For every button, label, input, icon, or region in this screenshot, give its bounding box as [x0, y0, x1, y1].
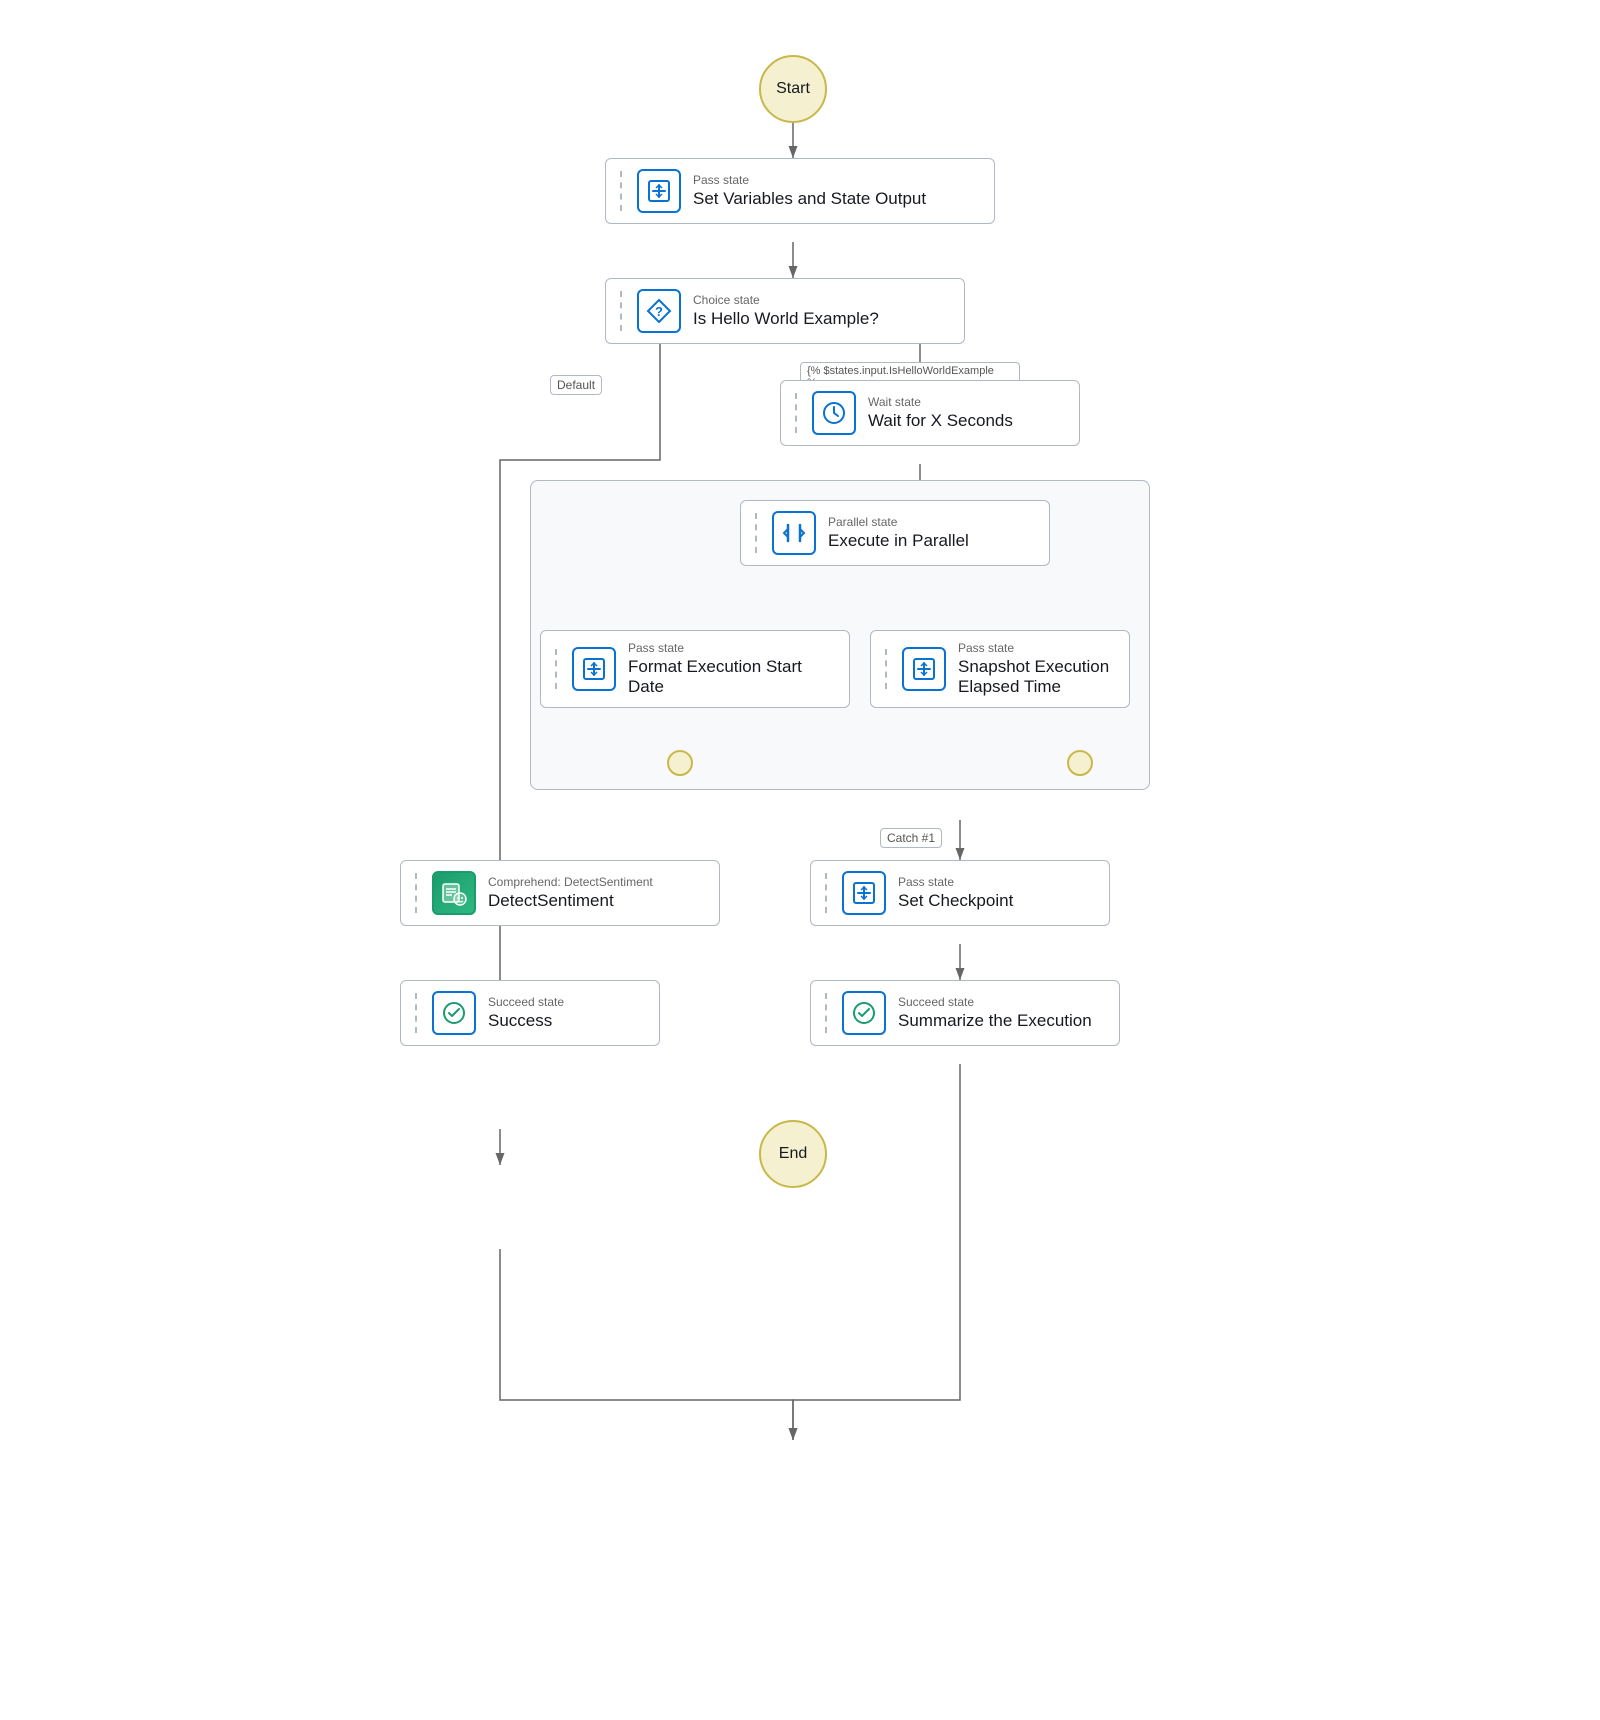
node-divider: [755, 513, 758, 553]
wait-state-text: Wait state Wait for X Seconds: [868, 395, 1013, 431]
summarize-text: Succeed state Summarize the Execution: [898, 995, 1092, 1031]
default-label: Default: [550, 375, 602, 395]
svg-text:?: ?: [655, 304, 663, 319]
node-divider: [415, 873, 418, 913]
node-divider: [825, 993, 828, 1033]
set-checkpoint-node[interactable]: Pass state Set Checkpoint: [810, 860, 1110, 926]
success-node[interactable]: Succeed state Success: [400, 980, 660, 1046]
node-divider: [885, 649, 888, 689]
snapshot-execution-text: Pass state Snapshot Execution Elapsed Ti…: [958, 641, 1115, 697]
format-execution-text: Pass state Format Execution Start Date: [628, 641, 835, 697]
succeed-state-icon: [432, 991, 476, 1035]
snapshot-end-circle: [1067, 750, 1093, 776]
set-checkpoint-icon: [842, 871, 886, 915]
choice-state-text: Choice state Is Hello World Example?: [693, 293, 879, 329]
pass-state-icon-2: [572, 647, 616, 691]
node-divider: [620, 171, 623, 211]
catch-label: Catch #1: [880, 828, 942, 848]
set-variables-node[interactable]: Pass state Set Variables and State Outpu…: [605, 158, 995, 224]
detect-sentiment-node[interactable]: Comprehend: DetectSentiment DetectSentim…: [400, 860, 720, 926]
start-node: Start: [759, 55, 827, 123]
parallel-state-node[interactable]: Parallel state Execute in Parallel: [740, 500, 1050, 566]
summarize-icon: [842, 991, 886, 1035]
format-end-circle: [667, 750, 693, 776]
pass-state-icon: [637, 169, 681, 213]
snapshot-execution-node[interactable]: Pass state Snapshot Execution Elapsed Ti…: [870, 630, 1130, 708]
wait-state-node[interactable]: Wait state Wait for X Seconds: [780, 380, 1080, 446]
wait-state-icon: [812, 391, 856, 435]
summarize-node[interactable]: Succeed state Summarize the Execution: [810, 980, 1120, 1046]
choice-state-icon: ?: [637, 289, 681, 333]
pass-state-icon-3: [902, 647, 946, 691]
format-execution-node[interactable]: Pass state Format Execution Start Date: [540, 630, 850, 708]
node-divider: [795, 393, 798, 433]
node-divider: [825, 873, 828, 913]
success-text: Succeed state Success: [488, 995, 564, 1031]
detect-sentiment-text: Comprehend: DetectSentiment DetectSentim…: [488, 875, 653, 911]
node-divider: [620, 291, 623, 331]
parallel-state-icon: [772, 511, 816, 555]
set-variables-text: Pass state Set Variables and State Outpu…: [693, 173, 926, 209]
node-divider: [555, 649, 558, 689]
end-node: End: [759, 1120, 827, 1188]
choice-state-node[interactable]: ? Choice state Is Hello World Example?: [605, 278, 965, 344]
set-checkpoint-text: Pass state Set Checkpoint: [898, 875, 1013, 911]
node-divider: [415, 993, 418, 1033]
detect-sentiment-icon: [432, 871, 476, 915]
diagram-container: Start Pass state Set Variables and State…: [350, 20, 1250, 1700]
parallel-state-text: Parallel state Execute in Parallel: [828, 515, 969, 551]
